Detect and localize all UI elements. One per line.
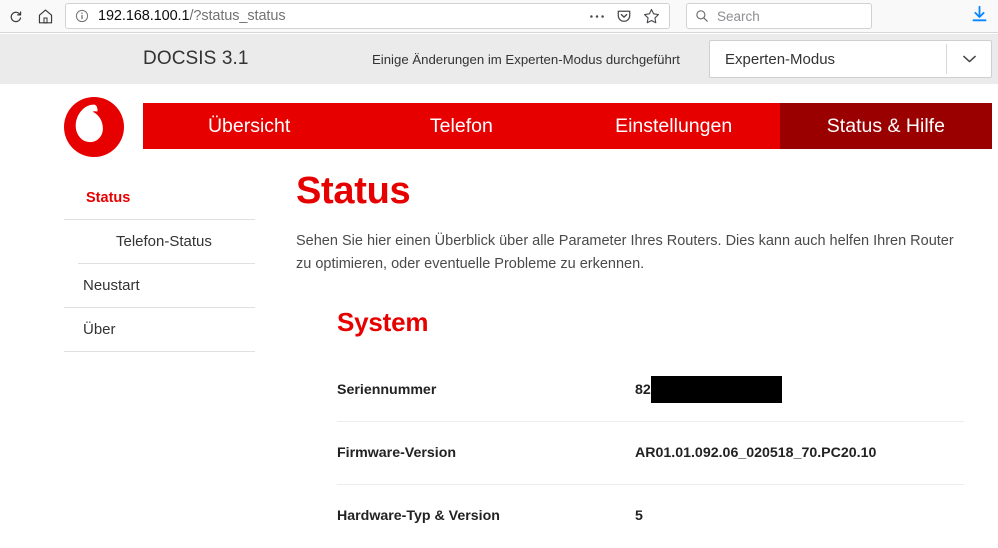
url-text: 192.168.100.1/?status_status: [98, 8, 286, 24]
table-row: Firmware-Version AR01.01.092.06_020518_7…: [337, 422, 964, 485]
reload-button[interactable]: [0, 2, 30, 30]
url-host: 192.168.100.1: [98, 8, 190, 24]
row-value: 5: [635, 508, 643, 525]
home-button[interactable]: [30, 2, 60, 30]
ellipsis-icon[interactable]: [585, 5, 609, 27]
url-actions: [585, 5, 669, 27]
serial-prefix: 82: [635, 381, 651, 398]
info-circle-icon[interactable]: [75, 9, 89, 23]
nav-tab-uebersicht[interactable]: Übersicht: [143, 103, 356, 149]
sidebar-item-ueber[interactable]: Über: [64, 308, 255, 352]
nav-tab-label: Einstellungen: [615, 114, 733, 137]
row-value: 82: [635, 376, 782, 404]
search-icon: [695, 9, 709, 23]
row-label: Firmware-Version: [337, 444, 457, 461]
url-bar[interactable]: 192.168.100.1/?status_status: [65, 3, 670, 29]
search-field[interactable]: Search: [686, 3, 872, 29]
sidebar-item-label: Neustart: [83, 277, 140, 294]
table-row: Seriennummer 82: [337, 359, 964, 422]
sidebar: Status Telefon-Status Neustart Über: [64, 176, 255, 352]
expert-mode-notice: Einige Änderungen im Experten-Modus durc…: [372, 51, 680, 67]
star-icon[interactable]: [639, 5, 663, 27]
sidebar-item-label: Telefon-Status: [116, 233, 212, 250]
mode-select[interactable]: Experten-Modus: [709, 40, 992, 78]
nav-tab-label: Telefon: [429, 114, 493, 137]
row-label: Hardware-Typ & Version: [337, 508, 500, 525]
redaction-bar: [650, 376, 782, 404]
table-row: Hardware-Typ & Version 5: [337, 485, 964, 548]
nav-tab-einstellungen[interactable]: Einstellungen: [567, 103, 780, 149]
docsis-label: DOCSIS 3.1: [143, 48, 249, 69]
sidebar-item-status[interactable]: Status: [64, 176, 255, 220]
sidebar-item-telefon-status[interactable]: Telefon-Status: [78, 220, 255, 264]
reload-icon: [8, 9, 23, 24]
download-arrow-icon: [971, 5, 988, 28]
page-title: Status: [296, 170, 411, 212]
sidebar-item-neustart[interactable]: Neustart: [64, 264, 255, 308]
downloads-button[interactable]: [966, 3, 992, 29]
browser-toolbar: 192.168.100.1/?status_status Search: [0, 0, 998, 33]
nav-tab-telefon[interactable]: Telefon: [355, 103, 568, 149]
nav-tab-label: Übersicht: [207, 114, 291, 137]
sidebar-item-label: Status: [86, 189, 131, 206]
nav-tab-label: Status & Hilfe: [826, 114, 945, 137]
row-value: AR01.01.092.06_020518_70.PC20.10: [635, 444, 877, 461]
chevron-down-icon[interactable]: [947, 41, 991, 77]
router-header-band: DOCSIS 3.1 Einige Änderungen im Experten…: [0, 34, 998, 84]
main-content: Status Sehen Sie hier einen Überblick üb…: [296, 170, 964, 548]
row-label: Seriennummer: [337, 381, 437, 398]
vodafone-logo[interactable]: [63, 96, 125, 158]
pocket-icon[interactable]: [612, 5, 636, 27]
nav-tab-status-hilfe[interactable]: Status & Hilfe: [779, 103, 992, 149]
mode-select-value: Experten-Modus: [725, 50, 836, 68]
home-icon: [37, 8, 54, 25]
sidebar-item-label: Über: [83, 321, 116, 338]
search-input[interactable]: Search: [717, 9, 760, 24]
system-section: System Seriennummer 82 Firmware-Version …: [337, 307, 964, 548]
page-intro-text: Sehen Sie hier einen Überblick über alle…: [296, 232, 954, 273]
main-navigation: Übersicht Telefon Einstellungen Status &…: [143, 103, 992, 149]
section-title-system: System: [337, 306, 429, 337]
url-path: /?status_status: [189, 8, 286, 24]
